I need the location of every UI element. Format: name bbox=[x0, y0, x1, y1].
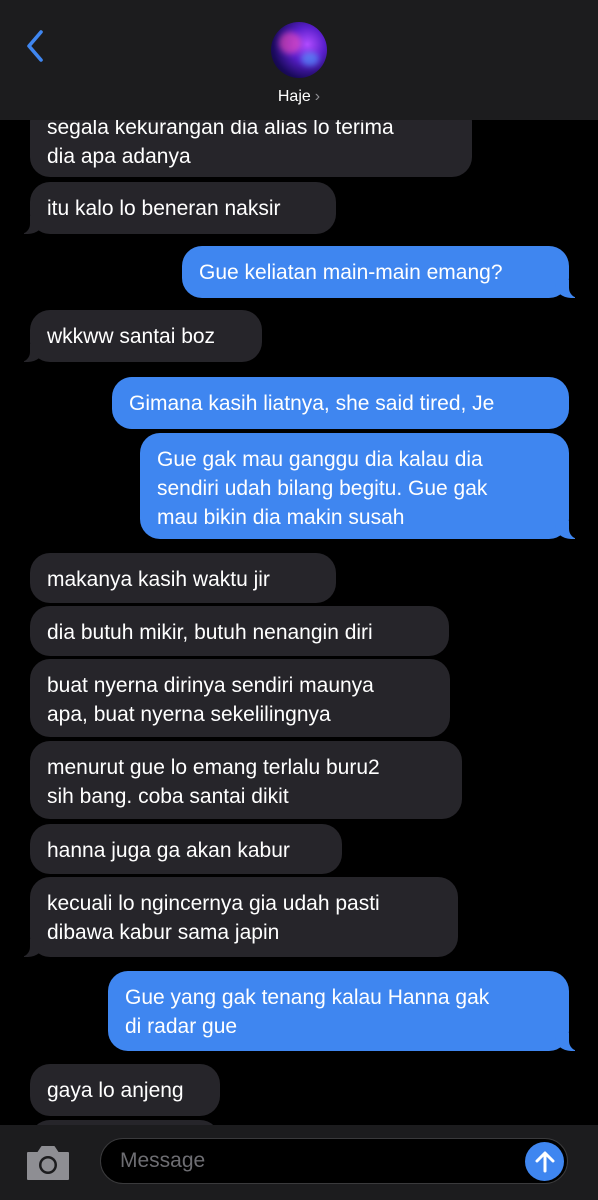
message-input[interactable] bbox=[100, 1138, 568, 1184]
message-line: Gimana kasih liatnya, she said tired, Je bbox=[129, 392, 495, 415]
outgoing-message[interactable]: Gimana kasih liatnya, she said tired, Je bbox=[112, 377, 569, 429]
message-line: buat nyerna dirinya sendiri maunya bbox=[47, 674, 374, 697]
back-button[interactable] bbox=[20, 28, 50, 64]
incoming-message[interactable]: hanna juga ga akan kabur bbox=[30, 824, 342, 874]
incoming-message[interactable]: kecuali lo ngincernya gia udah pasti dib… bbox=[20, 877, 458, 957]
message-line: dia apa adanya bbox=[47, 145, 191, 168]
message-line: Gue gak mau ganggu dia kalau dia bbox=[157, 448, 483, 471]
incoming-message[interactable]: dia butuh mikir, butuh nenangin diri bbox=[30, 606, 449, 656]
outgoing-message[interactable]: Gue keliatan main-main emang? bbox=[182, 246, 579, 298]
message-line: sih bang. coba santai dikit bbox=[47, 785, 289, 808]
message-line: di radar gue bbox=[125, 1015, 238, 1038]
message-line: apa, buat nyerna sekelilingnya bbox=[47, 703, 331, 726]
message-thread: segala kekurangan dia alias lo terima di… bbox=[0, 0, 598, 1200]
message-line: sendiri udah bilang begitu. Gue gak bbox=[157, 477, 488, 500]
message-line: gaya lo anjeng bbox=[47, 1079, 184, 1102]
composer-bar bbox=[0, 1125, 598, 1200]
contact-name-button[interactable]: Haje › bbox=[0, 88, 598, 106]
message-line: dibawa kabur sama japin bbox=[47, 921, 280, 944]
incoming-message[interactable]: gaya lo anjeng bbox=[30, 1064, 220, 1116]
outgoing-message[interactable]: Gue gak mau ganggu dia kalau dia sendiri… bbox=[140, 433, 579, 539]
send-button[interactable] bbox=[525, 1142, 564, 1181]
incoming-message[interactable]: menurut gue lo emang terlalu buru2 sih b… bbox=[30, 741, 462, 819]
message-line: makanya kasih waktu jir bbox=[47, 568, 270, 591]
camera-icon bbox=[27, 1146, 69, 1180]
message-line: mau bikin dia makin susah bbox=[157, 506, 405, 529]
arrow-up-icon bbox=[535, 1151, 554, 1172]
message-line: itu kalo lo beneran naksir bbox=[47, 197, 281, 220]
avatar[interactable] bbox=[271, 22, 327, 78]
incoming-message[interactable]: itu kalo lo beneran naksir bbox=[20, 182, 336, 234]
message-line: Gue keliatan main-main emang? bbox=[199, 261, 503, 284]
message-line: dia butuh mikir, butuh nenangin diri bbox=[47, 621, 373, 644]
outgoing-message[interactable]: Gue yang gak tenang kalau Hanna gak di r… bbox=[108, 971, 579, 1051]
chevron-right-icon: › bbox=[314, 88, 321, 105]
conversation-header: Haje › bbox=[0, 0, 598, 120]
message-line: wkkww santai boz bbox=[47, 325, 216, 348]
incoming-message[interactable]: wkkww santai boz bbox=[20, 310, 262, 362]
message-line: Gue yang gak tenang kalau Hanna gak bbox=[125, 986, 490, 1009]
message-line: hanna juga ga akan kabur bbox=[47, 839, 290, 862]
message-line: kecuali lo ngincernya gia udah pasti bbox=[47, 892, 380, 915]
incoming-message[interactable]: makanya kasih waktu jir bbox=[30, 553, 336, 603]
contact-name: Haje bbox=[277, 88, 311, 105]
message-line: menurut gue lo emang terlalu buru2 bbox=[47, 756, 380, 779]
incoming-message[interactable]: buat nyerna dirinya sendiri maunya apa, … bbox=[30, 659, 450, 737]
camera-button[interactable] bbox=[24, 1143, 72, 1183]
chevron-left-icon bbox=[27, 30, 43, 62]
